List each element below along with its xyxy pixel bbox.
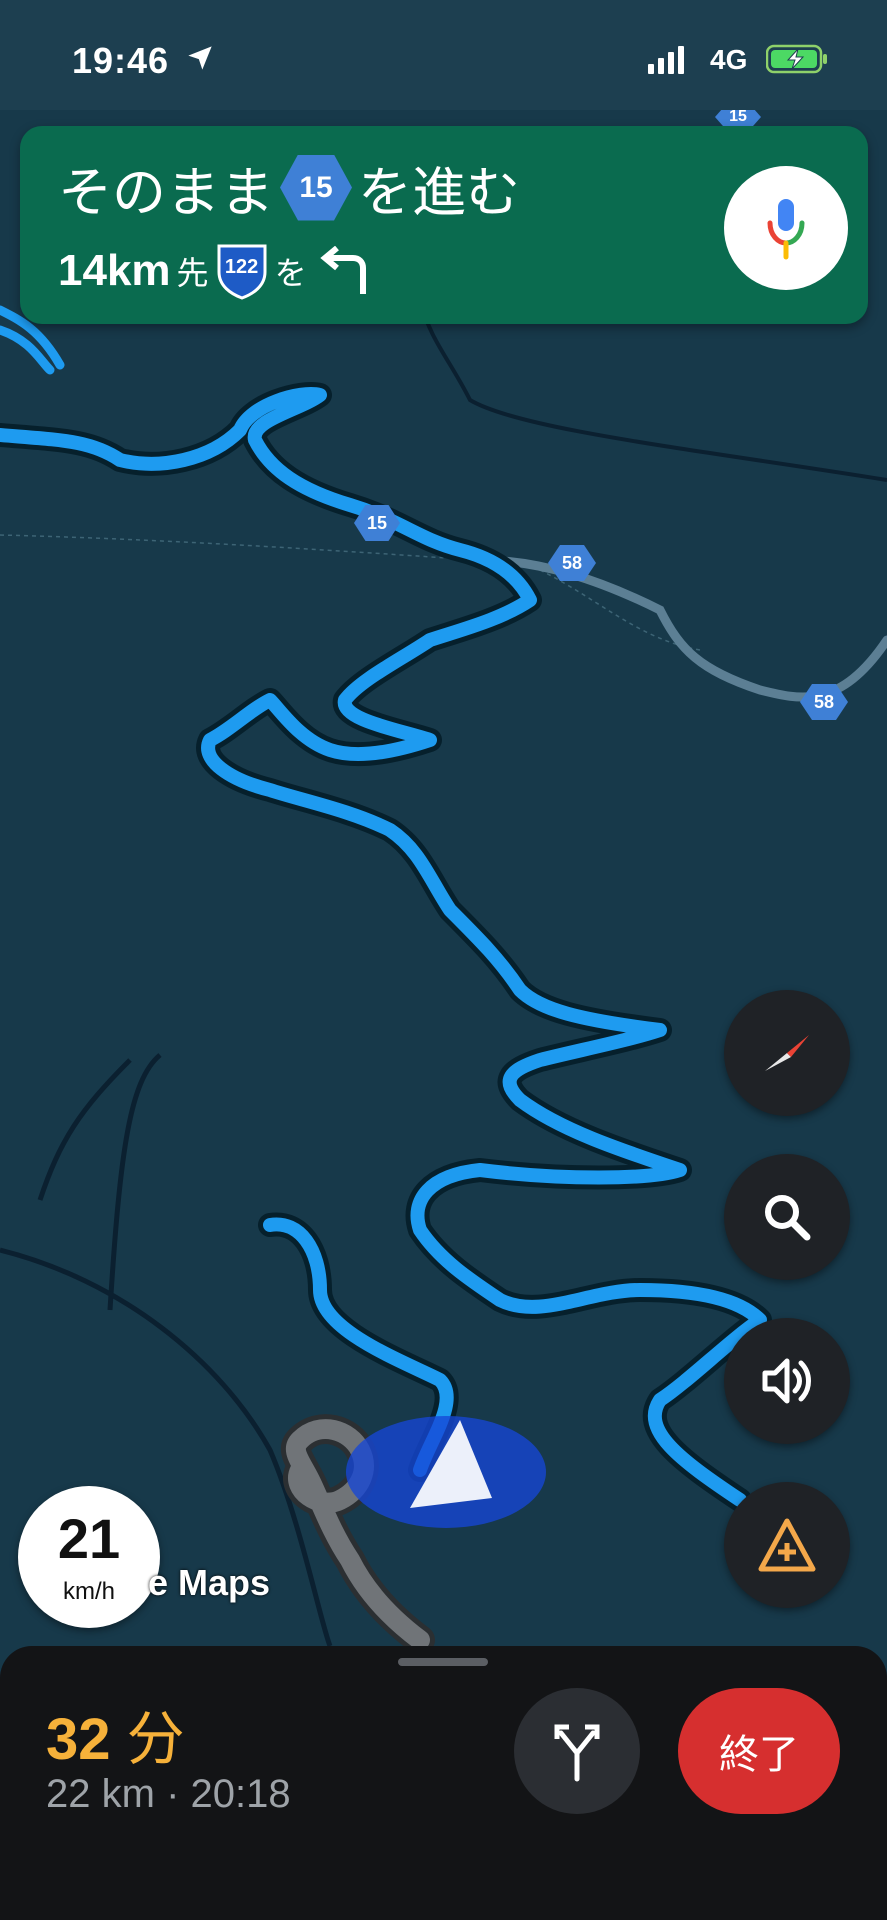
next-instruction: 14km 先 122 を [58,242,373,300]
alternate-routes-icon [554,1724,600,1782]
next-distance-suffix: 先 [176,255,209,291]
trip-details: 22 km · 20:18 [46,1772,291,1817]
audio-guidance-button[interactable] [724,1318,850,1444]
route-122-shield: 122 [215,242,269,300]
instruction-suffix: を進む [358,163,520,223]
compass-icon [765,1035,809,1071]
network-type: 4G [710,44,748,75]
battery-charging-icon [766,44,827,74]
report-incident-icon [758,1518,816,1572]
trip-separator: · [166,1772,180,1816]
compass-button[interactable] [724,990,850,1116]
eta-duration: 32 分 [46,1692,185,1776]
speedometer: 21 km/h [18,1486,160,1628]
speed-value: 21 [57,1507,121,1570]
alternate-routes-button[interactable] [514,1688,640,1814]
search-along-route-button[interactable] [724,1154,850,1280]
next-route-suffix: を [274,255,307,291]
status-time: 19:46 [72,40,170,81]
voice-search-button[interactable] [724,166,848,290]
speed-unit: km/h [62,1578,115,1605]
turn-left-arrow-icon [319,246,366,294]
eta-minutes-unit: 分 [126,1707,185,1772]
trip-distance: 22 km [46,1772,155,1816]
primary-instruction: そのまま 15 を進む [58,148,520,227]
instruction-prefix: そのまま [58,163,274,223]
report-incident-button[interactable] [724,1482,850,1608]
volume-icon [762,1358,811,1404]
trip-summary-sheet[interactable]: 32 分 22 km · 20:18 終了 [0,1646,887,1920]
search-icon [765,1195,811,1241]
location-services-icon [188,46,212,70]
eta-minutes: 32 [46,1707,111,1772]
navigation-instruction-card[interactable]: そのまま 15 を進む 14km 先 122 を [20,126,868,324]
end-navigation-button[interactable]: 終了 [678,1688,840,1814]
microphone-icon [767,199,805,260]
map-watermark: e Maps [148,1562,271,1603]
route-15-badge: 15 [280,154,352,221]
arrival-time: 20:18 [190,1772,291,1816]
cellular-signal-icon [648,46,684,74]
sheet-drag-handle[interactable] [398,1658,488,1666]
next-distance: 14km [58,246,171,295]
route-122-number: 122 [224,256,259,278]
status-bar: 19:46 4G [0,0,887,110]
